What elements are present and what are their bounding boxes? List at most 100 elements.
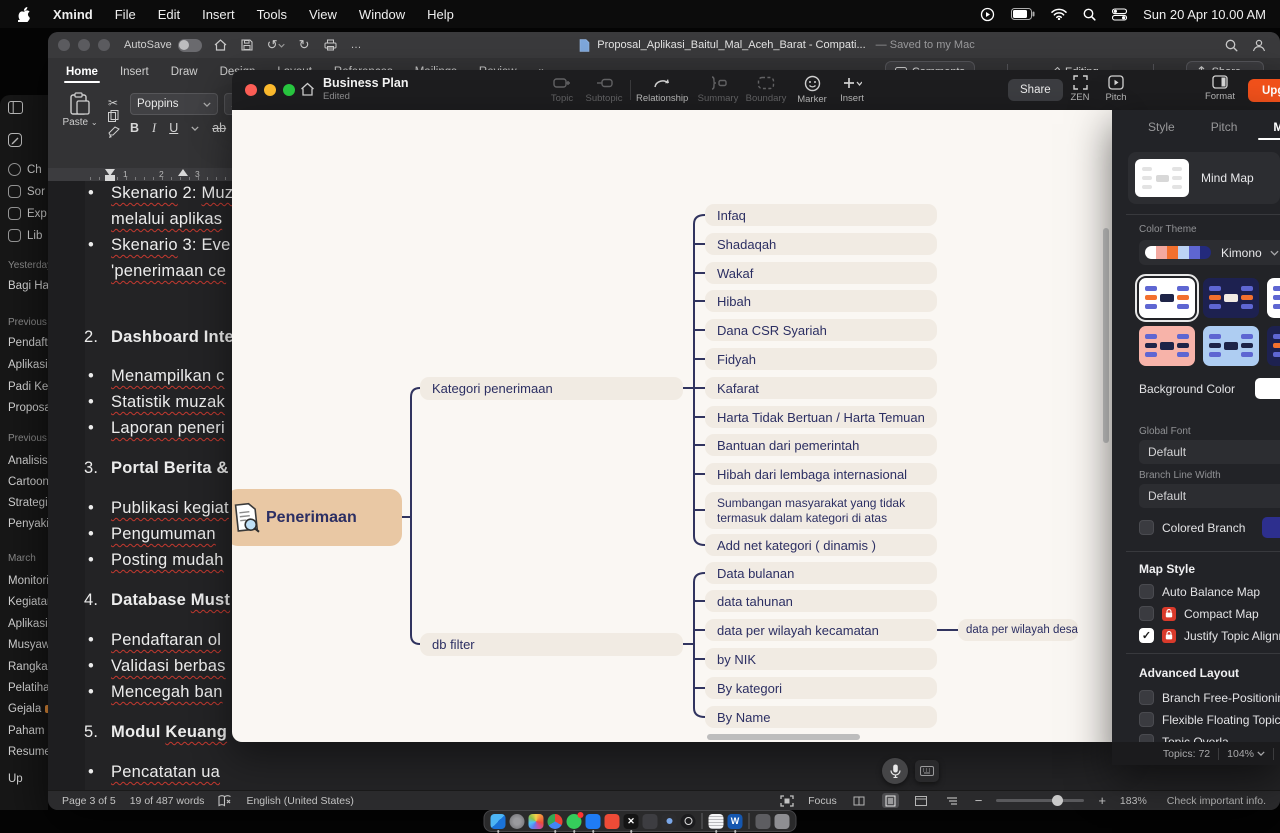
dock-photos-icon[interactable] (529, 814, 544, 829)
child-topic[interactable]: Wakaf (705, 262, 937, 284)
sidebar-chat-item[interactable]: Aplikasi (8, 359, 48, 371)
home-icon[interactable] (214, 39, 227, 51)
child-topic[interactable]: Hibah (705, 290, 937, 312)
zoom-out-button[interactable]: − (975, 793, 983, 808)
sidebar-chat-item[interactable]: Pendafta (8, 337, 48, 349)
horizontal-scrollbar[interactable] (707, 734, 860, 740)
pitch-button[interactable]: Pitch (1090, 75, 1142, 103)
strikethrough-button[interactable]: ab (212, 121, 226, 135)
copy-icon[interactable] (108, 110, 119, 122)
sidebar-chat-item[interactable]: Pelatiha (8, 682, 48, 694)
menu-item-window[interactable]: Window (359, 7, 405, 22)
child-topic[interactable]: Kafarat (705, 377, 937, 399)
sidebar-chat-item[interactable]: Musyaw (8, 639, 48, 651)
minimize-button[interactable] (264, 84, 276, 96)
checkbox-unchecked[interactable] (1139, 690, 1154, 705)
now-playing-icon[interactable] (980, 7, 995, 22)
dock-whatsapp-icon[interactable] (567, 814, 582, 829)
dock-watch-icon[interactable] (681, 814, 696, 829)
vertical-scrollbar[interactable] (1103, 228, 1109, 443)
dock-trash-icon[interactable] (775, 814, 790, 829)
theme-thumbnail[interactable] (1267, 278, 1280, 318)
sidebar-nav-item[interactable]: Sor (8, 185, 45, 198)
sidebar-chat-item[interactable]: Rangkai (8, 661, 48, 673)
font-name-select[interactable]: Poppins (130, 93, 218, 115)
sidebar-toggle-icon[interactable] (8, 101, 23, 114)
dock-red-app-icon[interactable] (605, 814, 620, 829)
more-commands-icon[interactable]: … (351, 39, 363, 51)
indent-marker-hanging[interactable] (178, 169, 188, 176)
word-traffic-lights[interactable] (58, 39, 118, 51)
menu-item-tools[interactable]: Tools (257, 7, 287, 22)
child-topic[interactable]: Sumbangan masyarakat yang tidak termasuk… (705, 492, 937, 529)
checkbox-unchecked[interactable] (1139, 584, 1154, 599)
autosave-toggle[interactable] (178, 39, 202, 52)
child-topic[interactable]: Bantuan dari pemerintah (705, 434, 937, 456)
tool-insert-button[interactable]: Insert (826, 75, 878, 104)
menu-item-help[interactable]: Help (427, 7, 454, 22)
sidebar-chat-item[interactable]: Up (8, 773, 23, 785)
menu-item-insert[interactable]: Insert (202, 7, 235, 22)
option-compact-map[interactable]: Compact Map (1139, 606, 1259, 621)
italic-button[interactable]: I (152, 121, 156, 136)
search-icon[interactable] (1225, 39, 1238, 52)
status-words[interactable]: 19 of 487 words (130, 795, 205, 807)
panel-tab-pitch[interactable]: Pitch (1211, 120, 1238, 134)
control-center-icon[interactable] (1112, 8, 1127, 21)
dock-finder-icon[interactable] (491, 814, 506, 829)
colored-branch-swatch[interactable] (1262, 517, 1280, 538)
child-topic[interactable]: Fidyah (705, 348, 937, 370)
format-button[interactable]: Format (1194, 75, 1246, 102)
option-auto-balance-map[interactable]: Auto Balance Map (1139, 584, 1260, 599)
panel-tab-map[interactable]: Map (1273, 120, 1280, 134)
upgrade-button[interactable]: Upgrade (1248, 79, 1280, 102)
mindmap-canvas[interactable]: PenerimaanKategori penerimaanInfaqShadaq… (232, 110, 1112, 742)
theme-thumbnail[interactable] (1203, 326, 1259, 366)
menu-item-view[interactable]: View (309, 7, 337, 22)
child-topic[interactable]: Add net kategori ( dinamis ) (705, 534, 937, 556)
dictation-keyboard-button[interactable] (915, 760, 939, 782)
save-icon[interactable] (241, 39, 253, 51)
dock-x-app-icon[interactable]: ✕ (624, 814, 639, 829)
sidebar-nav-item[interactable]: Exp (8, 207, 47, 220)
structure-row[interactable]: Mind Map (1128, 152, 1280, 204)
menu-app-name[interactable]: Xmind (53, 7, 93, 22)
colored-branch-row[interactable]: Colored Branch (1139, 520, 1245, 535)
child-topic[interactable]: Harta Tidak Bertuan / Harta Temuan (705, 406, 937, 428)
menu-item-file[interactable]: File (115, 7, 136, 22)
global-font-select[interactable]: Default (1139, 440, 1280, 464)
checkbox-checked[interactable]: ✓ (1139, 628, 1154, 643)
theme-thumbnail[interactable] (1203, 278, 1259, 318)
apple-menu-icon[interactable] (18, 7, 31, 22)
theme-thumbnail[interactable] (1139, 278, 1195, 318)
branch-width-select[interactable]: Default (1139, 484, 1280, 508)
dictation-mic-button[interactable] (882, 758, 908, 784)
paste-button[interactable]: Paste ⌄ (60, 92, 100, 128)
sidebar-chat-item[interactable]: Analisis (8, 455, 48, 467)
zoom-percentage[interactable]: 183% (1120, 795, 1147, 807)
zoom-in-button[interactable]: + (1098, 793, 1106, 808)
proofing-icon[interactable] (218, 795, 232, 807)
underline-button[interactable]: U (169, 121, 178, 135)
view-read-mode[interactable] (851, 793, 868, 808)
xmind-traffic-lights[interactable] (245, 84, 295, 96)
panel-tab-style[interactable]: Style (1148, 120, 1175, 134)
child-topic[interactable]: By kategori (705, 677, 937, 699)
sidebar-chat-item[interactable]: Resume (8, 746, 48, 758)
dock-downloads-icon[interactable] (756, 814, 771, 829)
background-color-swatch[interactable] (1255, 378, 1280, 399)
sidebar-chat-item[interactable]: Cartoon (8, 476, 48, 488)
view-print-layout[interactable] (882, 793, 899, 808)
dock-chrome-icon[interactable] (548, 814, 563, 829)
branch-topic[interactable]: db filter (420, 633, 683, 656)
ribbon-tab-home[interactable]: Home (66, 60, 98, 84)
focus-label[interactable]: Focus (808, 795, 837, 807)
theme-select[interactable]: Kimono (1139, 240, 1280, 265)
option-branch-free-positioning[interactable]: Branch Free-Positioning (1139, 690, 1280, 705)
canvas-zoom-select[interactable]: 104% (1227, 748, 1265, 760)
sidebar-chat-item[interactable]: Aplikasi (8, 618, 48, 630)
ribbon-tab-insert[interactable]: Insert (120, 60, 149, 84)
status-page[interactable]: Page 3 of 5 (62, 795, 116, 807)
child-topic[interactable]: data tahunan (705, 590, 937, 612)
tool-relationship-button[interactable]: Relationship (636, 75, 688, 104)
